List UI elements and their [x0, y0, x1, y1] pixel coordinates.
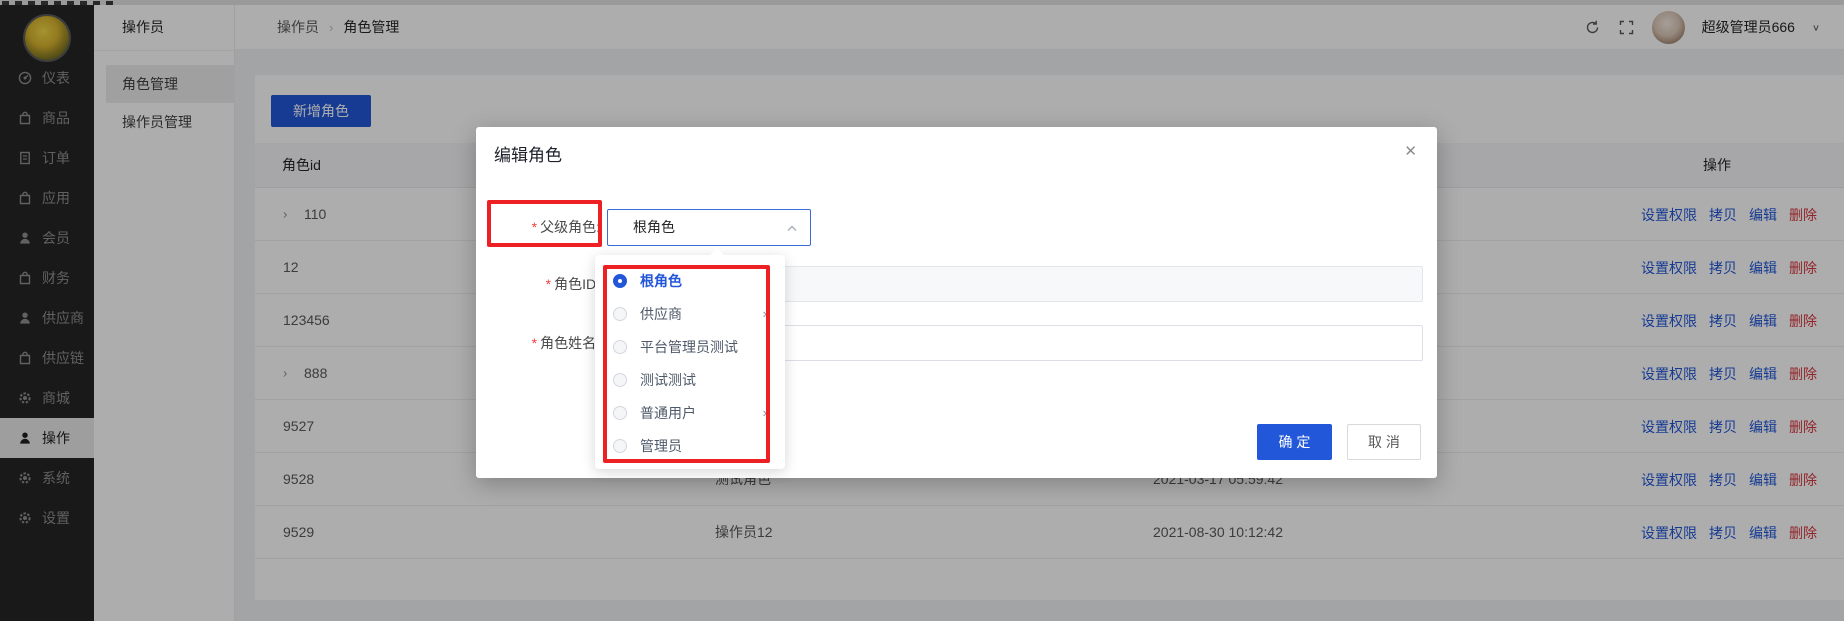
role-id-label: *角色ID: — [476, 266, 600, 302]
confirm-button[interactable]: 确 定 — [1257, 424, 1332, 460]
app-root: 仪表商品订单应用会员财务供应商供应链商城操作系统设置 操作员 角色管理操作员管理… — [0, 0, 1844, 621]
parent-role-select[interactable]: 根角色 — [607, 209, 811, 246]
annotation-box-parent-role-label — [487, 200, 602, 247]
chevron-up-icon — [786, 223, 798, 235]
close-icon[interactable]: ✕ — [1404, 142, 1417, 160]
parent-role-select-value: 根角色 — [633, 210, 675, 245]
modal-title: 编辑角色 — [494, 141, 562, 166]
role-name-label: *角色姓名: — [476, 325, 600, 361]
cancel-button[interactable]: 取 消 — [1347, 424, 1421, 460]
annotation-box-dropdown-options — [603, 265, 770, 463]
